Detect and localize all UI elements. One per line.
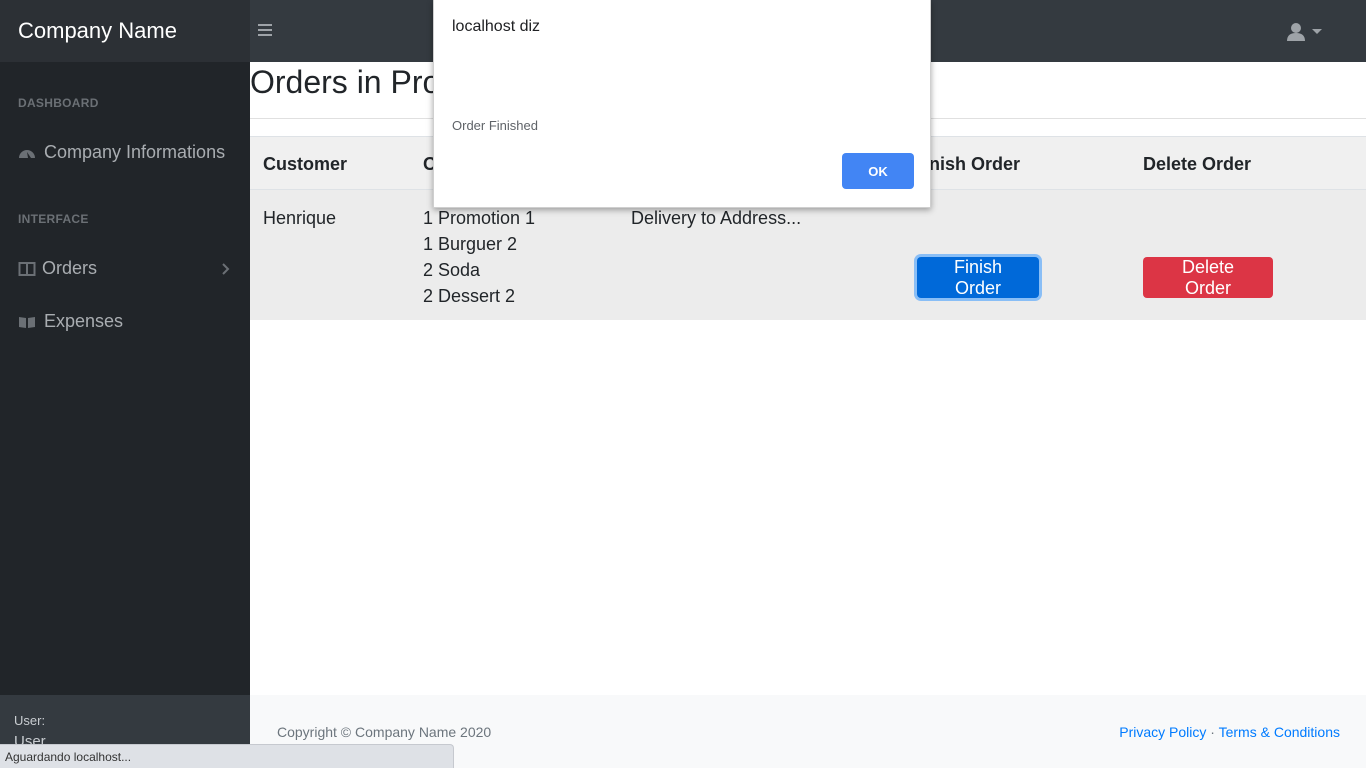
column-header-delete-order: Delete Order: [1143, 154, 1252, 174]
chevron-right-icon: [222, 263, 230, 275]
caret-down-icon: [1312, 29, 1322, 34]
brand-area: Company Name: [0, 0, 250, 62]
sidebar-item-label: Company Informations: [44, 142, 226, 162]
delete-order-button[interactable]: Delete Order: [1143, 257, 1273, 298]
sidebar-item-company-informations[interactable]: Company Informations: [0, 133, 250, 173]
brand-link[interactable]: Company Name: [18, 18, 177, 44]
order-item: 2 Dessert 2: [423, 286, 516, 306]
dialog-ok-button[interactable]: OK: [842, 153, 914, 189]
copyright-text: Copyright © Company Name 2020: [277, 724, 492, 740]
columns-icon: [18, 262, 36, 276]
terms-conditions-link[interactable]: Terms & Conditions: [1219, 724, 1340, 740]
logged-in-label: User:: [14, 713, 46, 728]
sidebar-toggle-button[interactable]: [258, 21, 274, 41]
browser-status-bar: Aguardando localhost...: [0, 744, 454, 768]
dialog-message: Order Finished: [452, 118, 538, 133]
customer-cell: Henrique: [263, 208, 337, 228]
sidebar-item-label: Expenses: [44, 311, 124, 331]
status-text: Aguardando localhost...: [5, 750, 132, 764]
user-dropdown-button[interactable]: [1286, 20, 1326, 44]
privacy-policy-link[interactable]: Privacy Policy: [1119, 724, 1206, 740]
sidebar-heading-interface: INTERFACE: [18, 212, 89, 226]
footer-separator: ·: [1210, 724, 1215, 740]
order-item: 2 Soda: [423, 260, 481, 280]
finish-order-button[interactable]: Finish Order: [917, 257, 1039, 298]
table-row: Henrique 1 Promotion 1 1 Burguer 2 2 Sod…: [250, 190, 1366, 320]
sidebar: DASHBOARD Company Informations INTERFACE…: [0, 62, 250, 768]
column-header-customer: Customer: [263, 154, 348, 174]
order-item: 1 Promotion 1: [423, 208, 536, 228]
delivery-cell: Delivery to Address...: [631, 208, 802, 228]
tachometer-icon: [19, 150, 35, 158]
book-icon: [19, 317, 35, 328]
page-title: Orders in Pro: [250, 64, 441, 100]
sidebar-item-label: Orders: [42, 258, 98, 278]
user-icon: [1287, 23, 1322, 41]
order-item: 1 Burguer 2: [423, 234, 518, 254]
sidebar-item-expenses[interactable]: Expenses: [0, 302, 250, 342]
sidebar-heading-dashboard: DASHBOARD: [18, 96, 99, 110]
alert-dialog: localhost diz Order Finished OK: [433, 0, 931, 208]
sidebar-item-orders[interactable]: Orders: [0, 249, 250, 289]
hamburger-icon: [258, 24, 272, 26]
column-header-finish-order: nish Order: [929, 154, 1021, 174]
dialog-title: localhost diz: [452, 18, 541, 35]
footer-links: Privacy Policy · Terms & Conditions: [1119, 724, 1340, 740]
order-items-cell: 1 Promotion 1 1 Burguer 2 2 Soda 2 Desse…: [423, 208, 535, 312]
